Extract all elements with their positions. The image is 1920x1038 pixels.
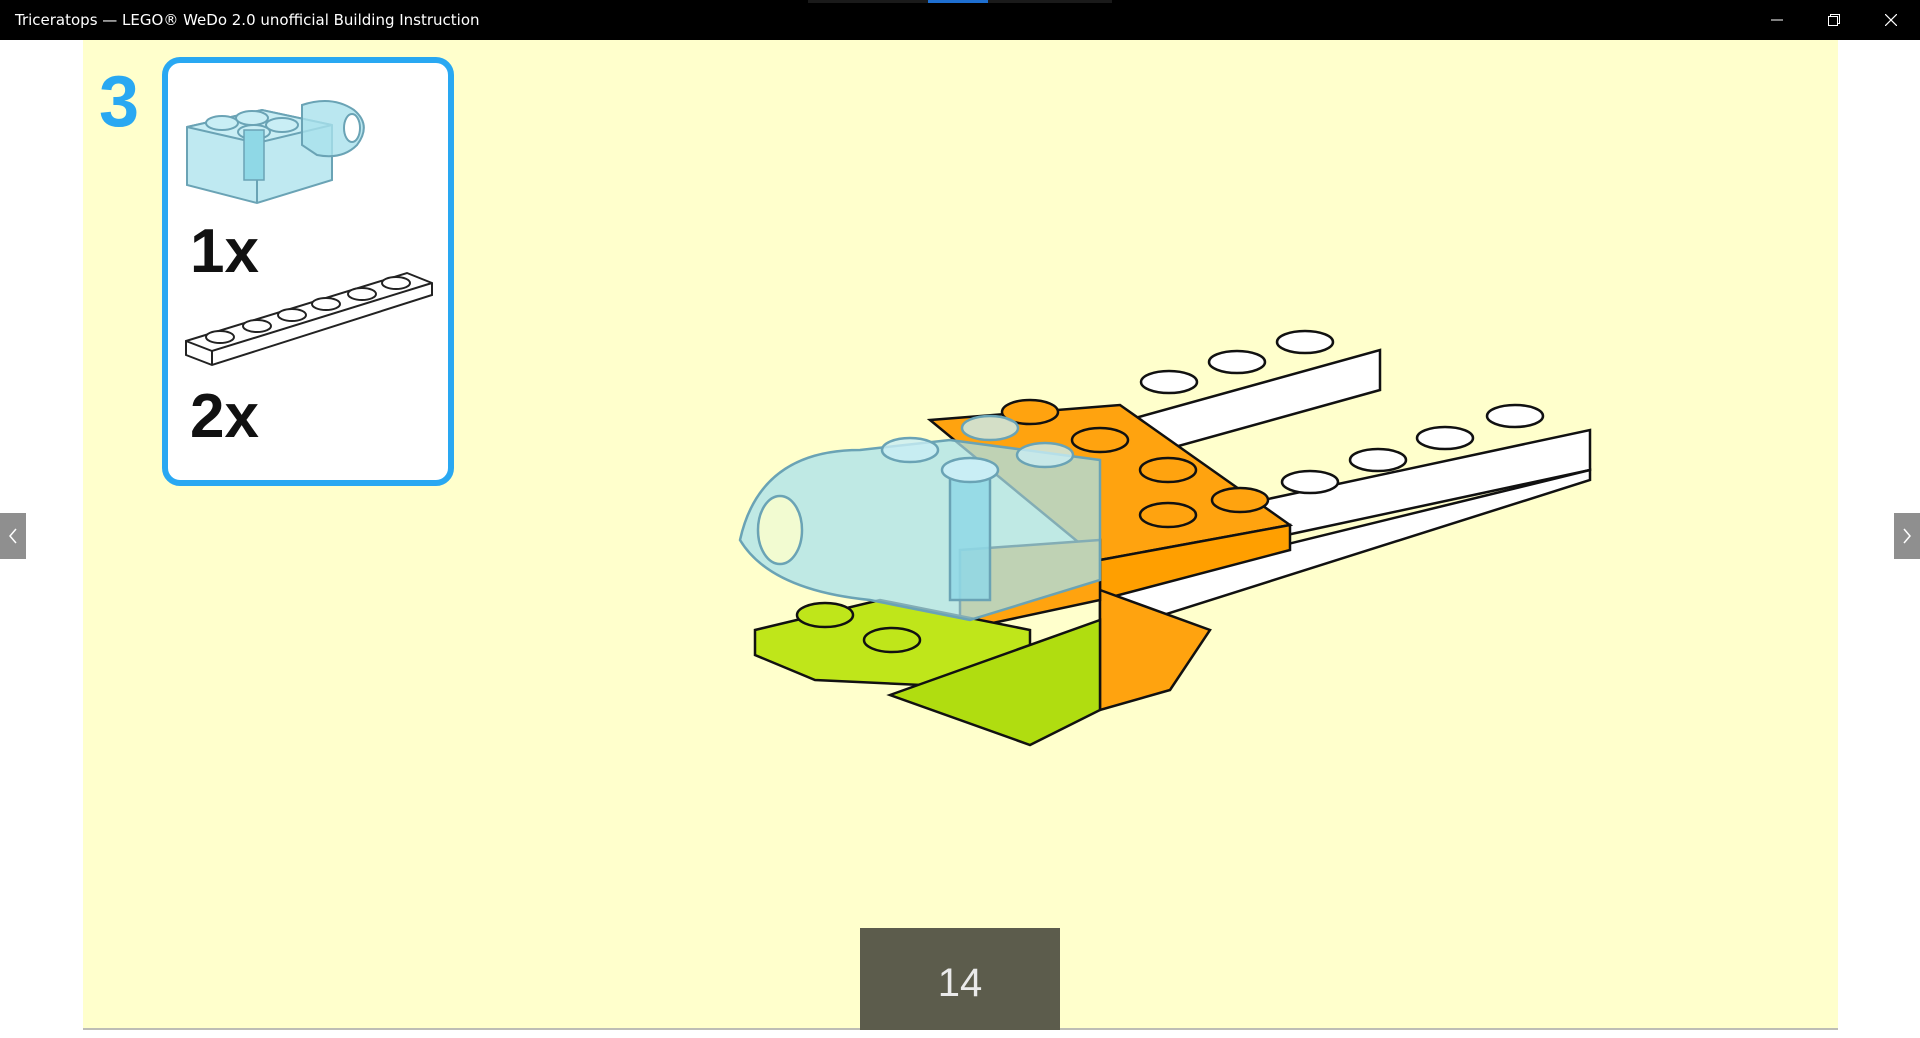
close-button[interactable] [1862, 0, 1919, 40]
minimize-button[interactable] [1748, 0, 1805, 40]
transparent-brick-part-icon [186, 100, 365, 205]
close-icon [1884, 14, 1897, 26]
previous-page-button[interactable] [0, 513, 26, 559]
next-page-button[interactable] [1894, 513, 1920, 559]
window-title: Triceratops — LEGO® WeDo 2.0 unofficial … [15, 11, 480, 29]
loading-indicator [808, 0, 1112, 3]
part-quantity: 2x [190, 382, 259, 451]
title-bar: Triceratops — LEGO® WeDo 2.0 unofficial … [0, 0, 1920, 40]
step-number: 3 [99, 62, 140, 142]
chevron-right-icon [1903, 528, 1911, 544]
model-assembly-image [738, 329, 1592, 747]
chevron-left-icon [9, 528, 17, 544]
white-plate-part-icon [185, 271, 433, 367]
loading-indicator-fill [928, 0, 988, 3]
page-number: 14 [860, 928, 1060, 1030]
minimize-icon [1770, 19, 1783, 21]
restore-button[interactable] [1805, 0, 1862, 40]
parts-list-box: 1x 2x [162, 57, 454, 486]
restore-icon [1827, 14, 1840, 26]
